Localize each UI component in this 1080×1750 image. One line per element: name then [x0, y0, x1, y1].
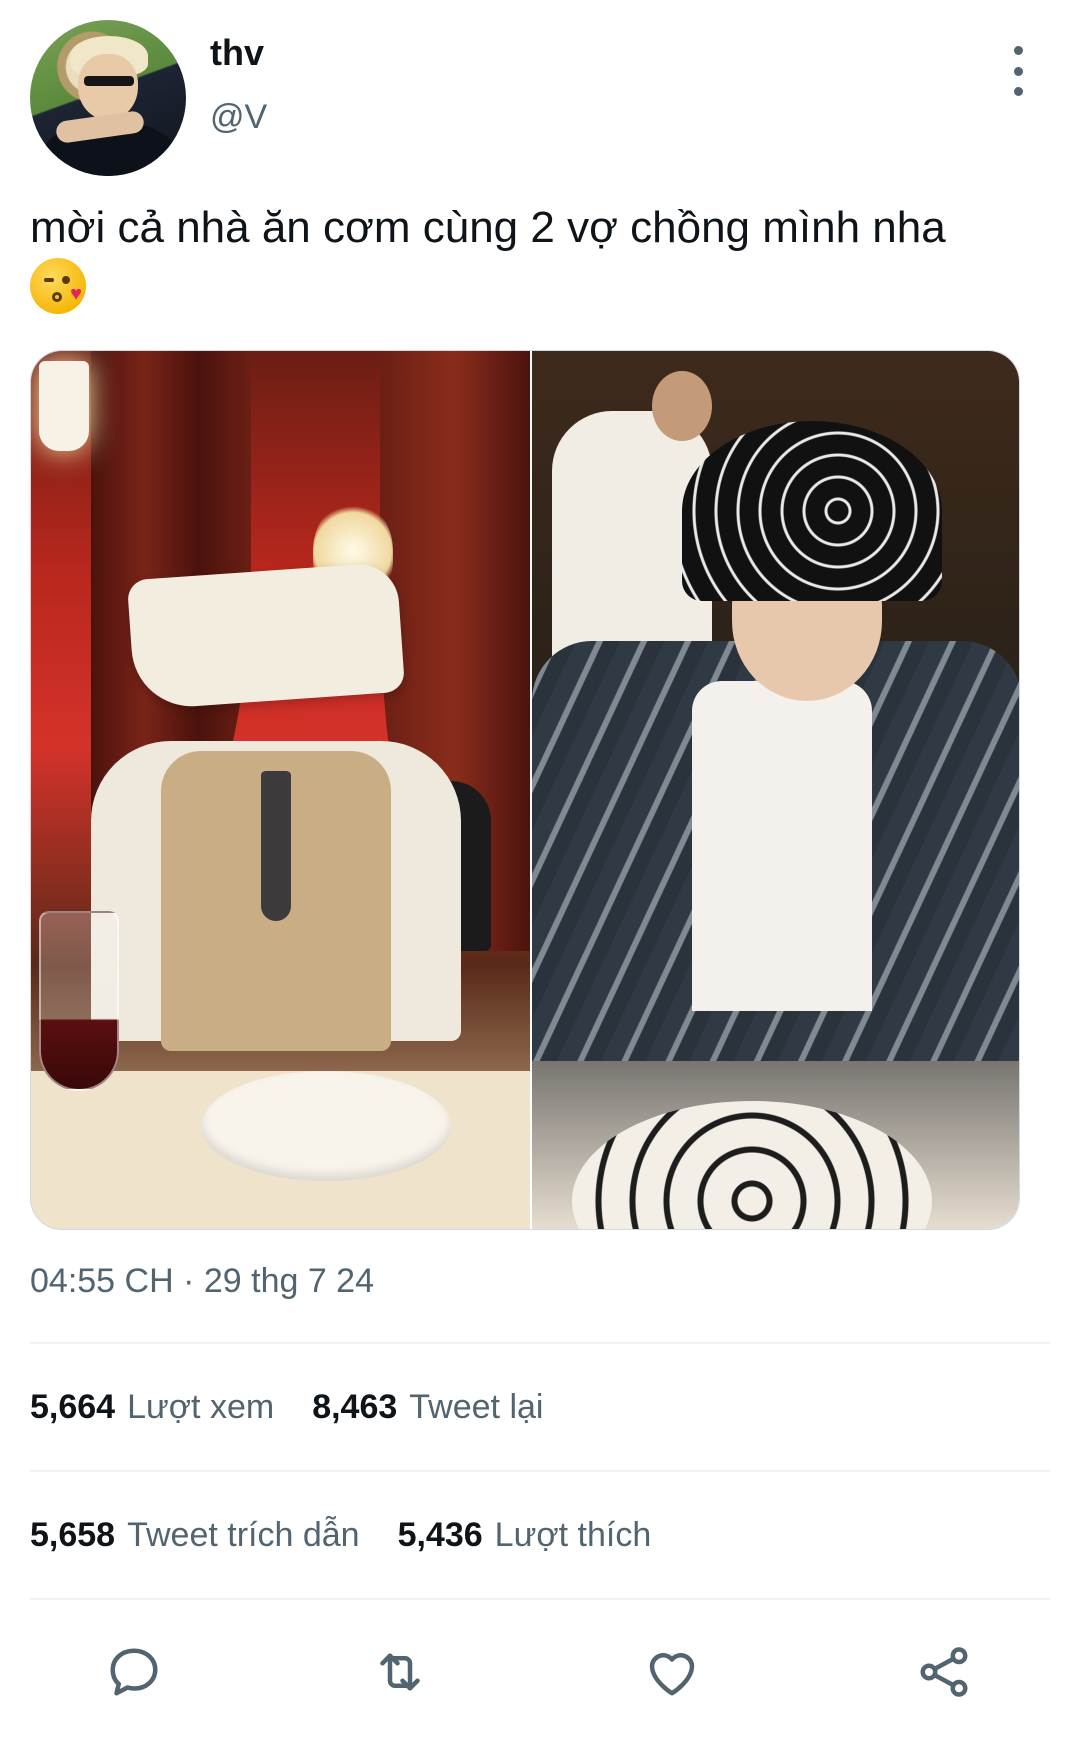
avatar-face	[78, 54, 138, 120]
tweet-text: mời cả nhà ăn cơm cùng 2 vợ chồng mình n…	[30, 203, 946, 252]
retweets-label: Tweet lại	[409, 1388, 544, 1426]
quotes-label: Tweet trích dẫn	[127, 1516, 360, 1554]
likes-count: 5,436	[397, 1516, 483, 1554]
likes-stat[interactable]: 5,436 Lượt thích	[398, 1516, 652, 1555]
more-dot	[1013, 87, 1023, 96]
like-button[interactable]	[640, 1640, 704, 1704]
wall-lamp	[39, 361, 89, 451]
t-shirt	[691, 681, 872, 1011]
emoji-mouth	[52, 292, 62, 303]
tweet-timestamp[interactable]: 04:55 CH · 29 thg 7 24	[30, 1262, 374, 1301]
retweets-stat[interactable]: 8,463 Tweet lại	[312, 1388, 543, 1427]
waiter-head	[651, 371, 712, 441]
user-handle[interactable]: @V	[210, 98, 267, 137]
likes-label: Lượt thích	[494, 1516, 652, 1554]
retweet-icon	[380, 1653, 420, 1691]
reply-icon	[110, 1648, 158, 1696]
photo-right[interactable]	[529, 351, 1019, 1229]
display-name[interactable]: thv	[210, 32, 264, 74]
retweet-button[interactable]	[368, 1640, 432, 1704]
tweet-text-block: mời cả nhà ăn cơm cùng 2 vợ chồng mình n…	[30, 200, 1040, 315]
quotes-stat[interactable]: 5,658 Tweet trích dẫn	[30, 1516, 360, 1555]
photo-left[interactable]	[31, 351, 530, 1229]
stats-row-2: 5,658 Tweet trích dẫn 5,436 Lượt thích	[30, 1516, 689, 1555]
tie	[261, 771, 291, 921]
patterned-plate	[571, 1101, 932, 1229]
tweet-media[interactable]	[30, 350, 1020, 1230]
retweets-count: 8,463	[312, 1388, 398, 1426]
plate	[201, 1071, 451, 1181]
views-count: 5,664	[30, 1388, 116, 1426]
tweet-detail: thv @V mời cả nhà ăn cơm cùng 2 vợ chồng…	[0, 0, 1080, 1750]
more-dot	[1013, 66, 1023, 76]
like-icon	[649, 1653, 695, 1696]
napkin	[126, 561, 406, 711]
views-stat[interactable]: 5,664 Lượt xem	[30, 1388, 274, 1427]
more-vertical-icon	[1013, 46, 1023, 55]
heart-icon: ♥	[70, 283, 82, 306]
avatar[interactable]	[30, 20, 186, 176]
more-options-button[interactable]	[998, 46, 1038, 96]
wine-glass	[39, 911, 119, 1091]
share-button[interactable]	[912, 1640, 976, 1704]
quotes-count: 5,658	[30, 1516, 116, 1554]
divider	[30, 1470, 1050, 1472]
reply-button[interactable]	[102, 1640, 166, 1704]
face-blowing-kiss-emoji: ♥	[30, 258, 86, 315]
share-icon	[920, 1647, 968, 1697]
bucket-hat	[681, 421, 942, 601]
avatar-glasses	[84, 76, 134, 86]
emoji-eye	[62, 276, 70, 285]
emoji-eye	[44, 278, 54, 283]
divider	[30, 1342, 1050, 1344]
stats-row-1: 5,664 Lượt xem 8,463 Tweet lại	[30, 1388, 581, 1427]
views-label: Lượt xem	[127, 1388, 275, 1426]
divider	[30, 1598, 1050, 1600]
